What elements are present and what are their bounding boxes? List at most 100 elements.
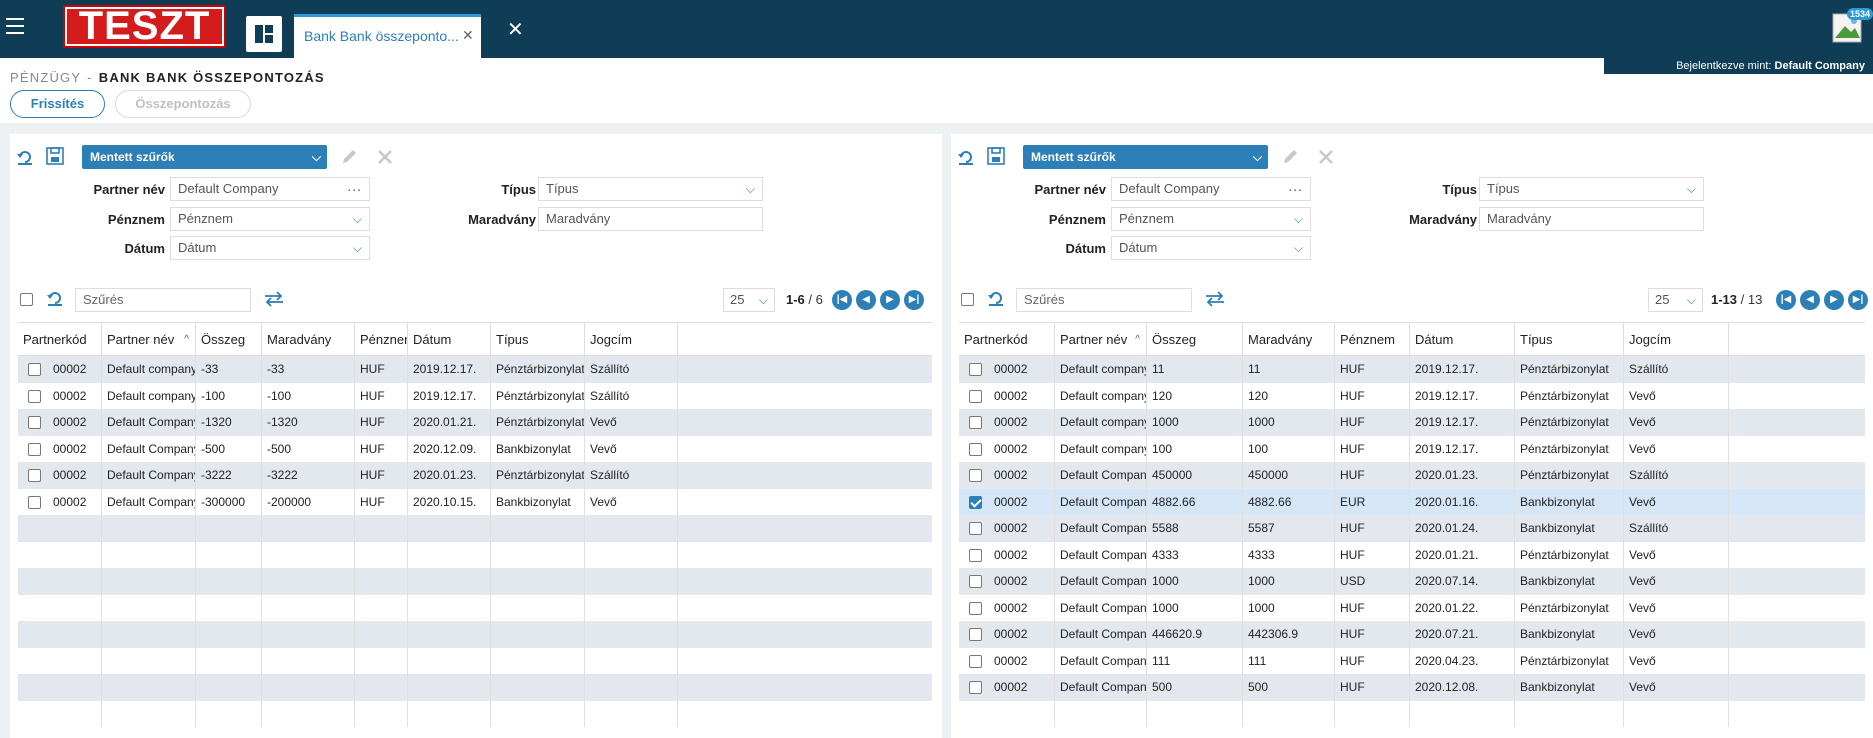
column-header[interactable]: Dátum	[408, 323, 491, 356]
search-input[interactable]: Szűrés	[1016, 288, 1192, 312]
row-checkbox[interactable]	[969, 681, 982, 695]
breadcrumb-parent[interactable]: PÉNZÜGY	[10, 70, 81, 85]
more-icon[interactable]: ...	[347, 178, 362, 197]
column-header[interactable]: Pénznem	[1335, 323, 1410, 356]
remaining-field[interactable]: Maradvány	[1479, 207, 1704, 231]
match-button[interactable]: Összepontozás	[115, 90, 251, 118]
delete-icon[interactable]	[1317, 148, 1335, 166]
refresh-button[interactable]: Frissítés	[10, 90, 105, 118]
reset-filter-icon[interactable]	[957, 148, 975, 166]
table-row[interactable]: 00002 Default Company 111 111 HUF 2020.04.23.…	[959, 647, 1865, 674]
column-header[interactable]: Pénznem	[355, 323, 408, 356]
swap-icon[interactable]	[1204, 290, 1226, 308]
type-select[interactable]: Típus ⌵	[538, 177, 763, 201]
table-row[interactable]: 00002 Default Company 450000 450000 HUF 2020.…	[959, 462, 1865, 489]
last-page-button[interactable]: ▶|	[1848, 290, 1868, 310]
partner-field[interactable]: Default Company...	[1111, 177, 1311, 201]
partner-field[interactable]: Default Company...	[170, 177, 370, 201]
row-checkbox[interactable]	[969, 522, 982, 536]
row-checkbox[interactable]	[969, 495, 982, 509]
row-checkbox[interactable]	[28, 442, 41, 456]
table-row[interactable]: 00002 Default Company 1000 1000 USD 2020.07.1…	[959, 568, 1865, 595]
next-page-button[interactable]: ▶	[880, 290, 900, 310]
row-checkbox[interactable]	[969, 575, 982, 589]
table-row[interactable]: 00002 Default company 11 11 HUF 2019.12.17. Pé…	[959, 356, 1865, 383]
column-header[interactable]: Jogcím	[585, 323, 678, 356]
table-row[interactable]: 00002 Default Company 4333 4333 HUF 2020.01.2…	[959, 541, 1865, 568]
delete-icon[interactable]	[376, 148, 394, 166]
save-icon[interactable]	[46, 147, 64, 165]
row-checkbox[interactable]	[28, 416, 41, 430]
row-checkbox[interactable]	[969, 548, 982, 562]
column-header[interactable]: Összeg	[1147, 323, 1243, 356]
table-row[interactable]: 00002 Default Company -3222 -3222 HUF 2020.01…	[18, 462, 932, 489]
first-page-button[interactable]: |◀	[1776, 290, 1796, 310]
sort-asc-icon[interactable]: ^	[184, 323, 189, 356]
close-all-icon[interactable]: ✕	[507, 20, 524, 40]
column-header[interactable]: Típus	[491, 323, 585, 356]
table-row[interactable]: 00002 Default Company 4882.66 4882.66 EUR 202…	[959, 488, 1865, 515]
tab-close-icon[interactable]: ✕	[462, 27, 474, 44]
type-select[interactable]: Típus ⌵	[1479, 177, 1704, 201]
row-checkbox[interactable]	[28, 363, 41, 377]
row-checkbox[interactable]	[969, 628, 982, 642]
column-header[interactable]: Összeg	[196, 323, 262, 356]
row-checkbox[interactable]	[969, 654, 982, 668]
table-row[interactable]: 00002 Default Company 446620.9 442306.9 HUF 2…	[959, 621, 1865, 648]
save-icon[interactable]	[987, 147, 1005, 165]
table-row[interactable]: 00002 Default Company 1000 1000 HUF 2020.01.2…	[959, 594, 1865, 621]
table-row[interactable]: 00002 Default company 120 120 HUF 2019.12.17.…	[959, 382, 1865, 409]
column-header[interactable]: Partner név ^	[102, 323, 196, 356]
page-size-select[interactable]: 25 ⌵	[723, 288, 775, 312]
table-row[interactable]: 00002 Default Company 5588 5587 HUF 2020.01.2…	[959, 515, 1865, 542]
remaining-field[interactable]: Maradvány	[538, 207, 763, 231]
prev-page-button[interactable]: ◀	[1800, 290, 1820, 310]
page-size-select[interactable]: 25 ⌵	[1648, 288, 1703, 312]
select-all-checkbox[interactable]	[961, 293, 974, 306]
table-row[interactable]: 00002 Default company 100 100 HUF 2019.12.17.…	[959, 435, 1865, 462]
column-header[interactable]: Maradvány	[262, 323, 355, 356]
menu-icon[interactable]	[6, 18, 24, 34]
table-row[interactable]: 00002 Default Company -300000 -200000 HUF 202…	[18, 488, 932, 515]
more-icon[interactable]: ...	[1288, 178, 1303, 197]
edit-icon[interactable]	[1281, 148, 1299, 166]
sort-asc-icon[interactable]: ^	[1135, 323, 1140, 356]
search-input[interactable]: Szűrés	[75, 288, 251, 312]
date-select[interactable]: Dátum ⌵	[170, 236, 370, 260]
row-checkbox[interactable]	[28, 495, 41, 509]
first-page-button[interactable]: |◀	[832, 290, 852, 310]
date-select[interactable]: Dátum ⌵	[1111, 236, 1311, 260]
row-checkbox[interactable]	[28, 469, 41, 483]
edit-icon[interactable]	[340, 148, 358, 166]
reset-filter-icon[interactable]	[16, 148, 34, 166]
column-header[interactable]: Maradvány	[1243, 323, 1335, 356]
reset-search-icon[interactable]	[46, 289, 64, 307]
row-checkbox[interactable]	[28, 389, 41, 403]
row-checkbox[interactable]	[969, 442, 982, 456]
column-header[interactable]: Jogcím	[1624, 323, 1729, 356]
table-row[interactable]: 00002 Default Company 500 500 HUF 2020.12.08.…	[959, 674, 1865, 701]
row-checkbox[interactable]	[969, 416, 982, 430]
dashboard-button[interactable]	[246, 16, 282, 52]
select-all-checkbox[interactable]	[20, 293, 33, 306]
row-checkbox[interactable]	[969, 363, 982, 377]
saved-filters-dropdown[interactable]: Mentett szűrők ⌵	[1023, 145, 1268, 169]
row-checkbox[interactable]	[969, 389, 982, 403]
currency-select[interactable]: Pénznem ⌵	[1111, 207, 1311, 231]
reset-search-icon[interactable]	[987, 289, 1005, 307]
table-row[interactable]: 00002 Default company 1000 1000 HUF 2019.12.1…	[959, 409, 1865, 436]
table-row[interactable]: 00002 Default Company -500 -500 HUF 2020.12.0…	[18, 435, 932, 462]
swap-icon[interactable]	[263, 290, 285, 308]
last-page-button[interactable]: ▶|	[904, 290, 924, 310]
column-header[interactable]: Partnerkód	[959, 323, 1055, 356]
table-row[interactable]: 00002 Default Company -1320 -1320 HUF 2020.01…	[18, 409, 932, 436]
table-row[interactable]: 00002 Default company -33 -33 HUF 2019.12.17.…	[18, 356, 932, 383]
saved-filters-dropdown[interactable]: Mentett szűrők ⌵	[82, 145, 327, 169]
row-checkbox[interactable]	[969, 469, 982, 483]
column-header[interactable]: Partner név ^	[1055, 323, 1147, 356]
table-row[interactable]: 00002 Default company -100 -100 HUF 2019.12.1…	[18, 382, 932, 409]
column-header[interactable]: Dátum	[1410, 323, 1515, 356]
currency-select[interactable]: Pénznem ⌵	[170, 207, 370, 231]
column-header[interactable]: Partnerkód	[18, 323, 102, 356]
row-checkbox[interactable]	[969, 601, 982, 615]
